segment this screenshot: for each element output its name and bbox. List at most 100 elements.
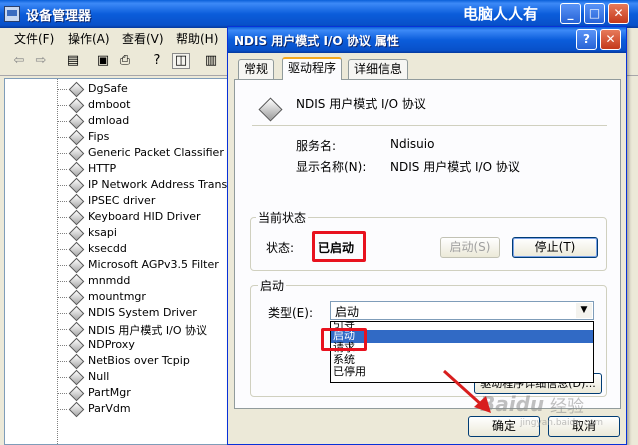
- device-icon: [69, 178, 83, 192]
- stop-button[interactable]: 停止(T): [512, 237, 598, 258]
- tab-driver[interactable]: 驱动程序: [282, 57, 343, 80]
- tree-branch-line: [57, 137, 67, 138]
- minimize-button[interactable]: _: [560, 3, 581, 24]
- help-icon[interactable]: ?: [148, 53, 166, 69]
- driver-name: NDIS 用户模式 I/O 协议: [296, 97, 426, 111]
- tree-branch-line: [57, 361, 67, 362]
- device-tree-item-label: Null: [88, 370, 110, 383]
- device-icon: [69, 258, 83, 272]
- watermark-text: 电脑人人有: [463, 5, 539, 23]
- service-name-label: 服务名:: [296, 139, 337, 153]
- device-tree-item-label: mnmdd: [88, 274, 131, 287]
- tree-branch-line: [57, 121, 67, 122]
- device-icon: [69, 274, 83, 288]
- startup-type-value: 启动: [335, 305, 360, 319]
- status-label: 状态:: [266, 241, 295, 255]
- device-icon: [69, 370, 83, 384]
- window-title: 设备管理器: [26, 9, 92, 24]
- view-icon[interactable]: ◫: [172, 53, 190, 69]
- device-icon: [69, 210, 83, 224]
- device-icon: [69, 98, 83, 112]
- tree-branch-line: [57, 345, 67, 346]
- device-manager-title-bar[interactable]: 设备管理器 电脑人人有 _ □ ✕: [0, 0, 638, 28]
- tree-branch-line: [57, 313, 67, 314]
- computer-icon[interactable]: ▥: [202, 53, 220, 69]
- close-icon: ✕: [613, 6, 624, 20]
- device-tree-item-label: ksapi: [88, 226, 117, 239]
- tree-branch-line: [57, 105, 67, 106]
- device-tree-item-label: DgSafe: [88, 82, 128, 95]
- device-tree-item-label: Microsoft AGPv3.5 Filter: [88, 258, 219, 271]
- current-status-title: 当前状态: [256, 209, 309, 226]
- dialog-help-button[interactable]: ?: [576, 29, 597, 50]
- tree-branch-line: [57, 233, 67, 234]
- status-highlight-box: [312, 231, 366, 262]
- maximize-icon: □: [588, 6, 601, 20]
- tab-general[interactable]: 常规: [238, 59, 275, 79]
- question-icon: ?: [583, 32, 590, 46]
- device-tree-item-label: Keyboard HID Driver: [88, 210, 201, 223]
- separator: [252, 125, 607, 126]
- menu-view[interactable]: 查看(V): [122, 30, 164, 47]
- tab-details[interactable]: 详细信息: [348, 59, 409, 79]
- device-icon: [69, 114, 83, 128]
- dialog-title-bar[interactable]: NDIS 用户模式 I/O 协议 属性 ? ✕: [228, 27, 626, 53]
- watermark-brand-text: 经验: [550, 397, 584, 417]
- menu-file[interactable]: 文件(F): [14, 30, 54, 47]
- forward-arrow-icon[interactable]: ⇨: [32, 53, 50, 69]
- device-tree-item-label: Generic Packet Classifier: [88, 146, 224, 159]
- tree-branch-line: [57, 169, 67, 170]
- startup-title: 启动: [258, 277, 287, 294]
- device-tree[interactable]: DgSafe dmboot dmload Fips Generic Packet Cla…: [4, 78, 228, 445]
- device-icon: [69, 146, 83, 160]
- close-button[interactable]: ✕: [608, 3, 629, 24]
- startup-type-dropdown: 引导 启动 请求 系统 已停用: [330, 321, 594, 383]
- console-tree-icon[interactable]: ▤: [64, 53, 82, 69]
- device-icon: [69, 338, 83, 352]
- device-tree-item-label: NDProxy: [88, 338, 135, 351]
- device-icon: [69, 306, 83, 320]
- dialog-close-button[interactable]: ✕: [600, 29, 621, 50]
- chevron-down-icon[interactable]: ▼: [576, 303, 592, 318]
- device-icon: [69, 290, 83, 304]
- watermark-logo: Baidu: [480, 392, 545, 416]
- device-icon: [69, 130, 83, 144]
- tree-connector-line: [57, 79, 58, 444]
- device-tree-item-label: HTTP: [88, 162, 117, 175]
- startup-type-select[interactable]: 启动 ▼: [330, 301, 594, 320]
- print-icon[interactable]: ⎙: [116, 53, 134, 69]
- watermark-url: jingyan.baidu.com: [520, 418, 604, 428]
- startup-type-label: 类型(E):: [268, 306, 313, 320]
- back-arrow-icon[interactable]: ⇦: [10, 53, 28, 69]
- menu-help[interactable]: 帮助(H): [176, 30, 218, 47]
- tree-branch-line: [57, 185, 67, 186]
- maximize-button[interactable]: □: [584, 3, 605, 24]
- device-tree-item-label: NetBios over Tcpip: [88, 354, 190, 367]
- tree-branch-line: [57, 281, 67, 282]
- device-tree-item-label: PartMgr: [88, 386, 131, 399]
- device-icon: [69, 242, 83, 256]
- device-tree-item-label: ParVdm: [88, 402, 131, 415]
- tree-branch-line: [57, 265, 67, 266]
- menu-action[interactable]: 操作(A): [68, 30, 110, 47]
- close-icon: ✕: [605, 32, 616, 46]
- device-icon: [69, 82, 83, 96]
- driver-icon: [258, 97, 282, 121]
- minimize-icon: _: [567, 6, 574, 20]
- device-manager-icon: [4, 6, 20, 22]
- device-tree-item-label: IPSEC driver: [88, 194, 156, 207]
- device-icon: [69, 386, 83, 400]
- display-name-value: NDIS 用户模式 I/O 协议: [390, 160, 520, 174]
- device-tree-item-label: dmload: [88, 114, 130, 127]
- device-icon: [69, 162, 83, 176]
- startup-type-option[interactable]: 已停用: [331, 366, 593, 379]
- properties-icon[interactable]: ▣: [94, 53, 112, 69]
- device-icon: [69, 194, 83, 208]
- device-tree-item-label: Fips: [88, 130, 110, 143]
- tree-branch-line: [57, 329, 67, 330]
- dialog-title: NDIS 用户模式 I/O 协议 属性: [234, 34, 399, 48]
- tree-branch-line: [57, 393, 67, 394]
- device-icon: [69, 354, 83, 368]
- start-button[interactable]: 启动(S): [440, 237, 500, 258]
- option-highlight-box: [321, 328, 367, 351]
